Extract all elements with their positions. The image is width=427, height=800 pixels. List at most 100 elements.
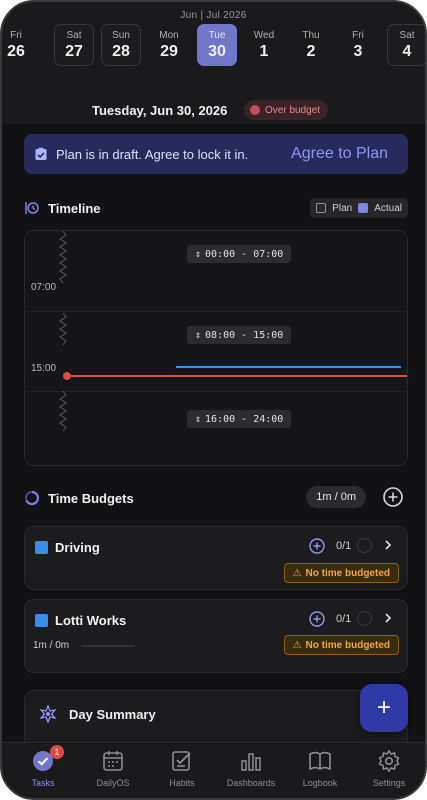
day-dow: Fri [352, 30, 364, 41]
day-fri-3[interactable]: Fri 3 [338, 24, 378, 66]
timeline-title: Timeline [48, 200, 101, 216]
plan-bar-driving[interactable] [176, 366, 401, 368]
main-content[interactable]: Plan is in draft. Agree to lock it in. A… [2, 124, 425, 760]
day-wed-1[interactable]: Wed 1 [244, 24, 284, 66]
current-time-line [67, 375, 407, 377]
day-dow: Thu [302, 30, 320, 41]
tab-label: Logbook [302, 778, 338, 788]
category-color-swatch [35, 541, 48, 554]
collapsed-range-indicator [59, 313, 67, 346]
tab-settings[interactable]: Settings [354, 749, 424, 788]
day-dow: Mon [159, 30, 179, 41]
gear-icon [378, 749, 400, 773]
draft-banner: Plan is in draft. Agree to lock it in. A… [24, 134, 408, 174]
day-dow: Sat [399, 30, 415, 41]
day-num: 3 [353, 43, 363, 60]
tab-dailyos[interactable]: DailyOS [78, 749, 148, 788]
budget-card-lotti-works[interactable]: Lotti Works 0/1 1m / 0m ⚠ No time budget… [24, 599, 408, 673]
day-dow: Sun [112, 30, 130, 41]
time-progress-bar [81, 645, 135, 647]
day-fri-26[interactable]: Fri 26 [2, 24, 36, 66]
progress-ring-icon [357, 611, 372, 626]
alert-dot-icon [250, 105, 260, 115]
legend-plan: Plan [332, 202, 353, 214]
actual-swatch [358, 203, 369, 213]
history-icon [25, 202, 39, 214]
day-num: 26 [7, 43, 25, 60]
chevron-right-icon[interactable] [381, 538, 395, 552]
chevron-right-icon[interactable] [381, 611, 395, 625]
day-dow: Tue [208, 30, 226, 41]
day-num: 1 [259, 43, 269, 60]
hour-label-0700: 07:00 [31, 282, 57, 293]
day-tue-30-selected[interactable]: Tue 30 [197, 24, 237, 66]
add-task-plus-icon[interactable] [309, 611, 325, 627]
budget-name: Lotti Works [55, 613, 127, 628]
agree-to-plan-button[interactable]: Agree to Plan [291, 145, 388, 163]
day-thu-2[interactable]: Thu 2 [291, 24, 331, 66]
timeline-chart[interactable]: 07:00 15:00 ⇕ 00:00 - 07:00 ⇕ 08:00 - 15… [24, 230, 408, 466]
budget-total-chip: 1m / 0m [306, 486, 366, 508]
timeline-header: Timeline Plan Actual [24, 196, 408, 220]
hour-label-1500: 15:00 [31, 363, 57, 374]
time-budgets-title: Time Budgets [48, 490, 134, 506]
tab-tasks[interactable]: 1 Tasks [8, 745, 78, 788]
warning-triangle-icon: ⚠ [292, 639, 302, 651]
tab-dashboards[interactable]: Dashboards [216, 749, 286, 788]
current-time-dot [63, 372, 71, 380]
tab-label: DailyOS [96, 778, 130, 788]
date-strip[interactable]: Fri 26 Sat 27 Sun 28 Mon 29 Tue 30 Wed 1… [2, 24, 425, 68]
time-progress-label: 1m / 0m [33, 640, 70, 651]
range-label: 00:00 - 07:00 [205, 248, 284, 260]
timeline-divider [25, 391, 407, 392]
task-count: 0/1 [336, 613, 352, 625]
tasks-count-badge: 1 [50, 745, 64, 759]
day-num: 30 [208, 43, 226, 60]
add-task-plus-icon[interactable] [309, 538, 325, 554]
tab-label: Habits [169, 778, 195, 788]
tab-label: Dashboards [226, 778, 276, 788]
day-dow: Fri [10, 30, 22, 41]
no-time-warning: ⚠ No time budgeted [283, 635, 399, 655]
expand-updown-icon: ⇕ [195, 329, 202, 341]
day-sat-4[interactable]: Sat 4 [387, 24, 425, 66]
selected-date-title: Tuesday, Jun 30, 2026 [92, 103, 228, 118]
day-sat-27[interactable]: Sat 27 [54, 24, 94, 66]
budget-ring-icon [25, 491, 39, 505]
add-fab-button[interactable]: + [360, 684, 408, 732]
legend-actual: Actual [374, 202, 402, 214]
timeline-legend: Plan Actual [310, 198, 408, 218]
day-mon-29[interactable]: Mon 29 [149, 24, 189, 66]
open-book-icon [309, 751, 331, 771]
expand-updown-icon: ⇕ [195, 413, 202, 425]
habit-checklist-icon [172, 751, 191, 771]
app-screen: Jun | Jul 2026 Fri 26 Sat 27 Sun 28 Mon … [0, 0, 427, 800]
no-time-warning: ⚠ No time budgeted [283, 563, 399, 583]
clipboard-check-icon [35, 147, 47, 160]
tab-label: Tasks [31, 778, 55, 788]
tab-logbook[interactable]: Logbook [285, 749, 355, 788]
day-num: 27 [65, 43, 83, 60]
day-num: 28 [112, 43, 130, 60]
range-chip-evening[interactable]: ⇕ 16:00 - 24:00 [187, 410, 292, 428]
summary-sparkle-icon [39, 705, 57, 723]
expand-updown-icon: ⇕ [195, 248, 202, 260]
day-num: 4 [402, 43, 412, 60]
calendar-icon [103, 751, 123, 771]
range-chip-night[interactable]: ⇕ 00:00 - 07:00 [187, 245, 292, 263]
timeline-divider [25, 311, 407, 312]
task-count: 0/1 [336, 540, 352, 552]
day-sun-28[interactable]: Sun 28 [101, 24, 141, 66]
budget-name: Driving [55, 540, 100, 555]
budget-card-driving[interactable]: Driving 0/1 ⚠ No time budgeted [24, 526, 408, 590]
month-label: Jun | Jul 2026 [180, 10, 247, 21]
progress-ring-icon [357, 538, 372, 553]
tab-habits[interactable]: Habits [147, 749, 217, 788]
day-dow: Sat [66, 30, 82, 41]
add-budget-button[interactable] [382, 486, 404, 508]
draft-message: Plan is in draft. Agree to lock it in. [56, 146, 249, 162]
over-budget-label: Over budget [265, 104, 321, 116]
range-chip-day[interactable]: ⇕ 08:00 - 15:00 [187, 326, 292, 344]
collapsed-range-indicator [59, 231, 67, 284]
range-label: 16:00 - 24:00 [205, 413, 284, 425]
